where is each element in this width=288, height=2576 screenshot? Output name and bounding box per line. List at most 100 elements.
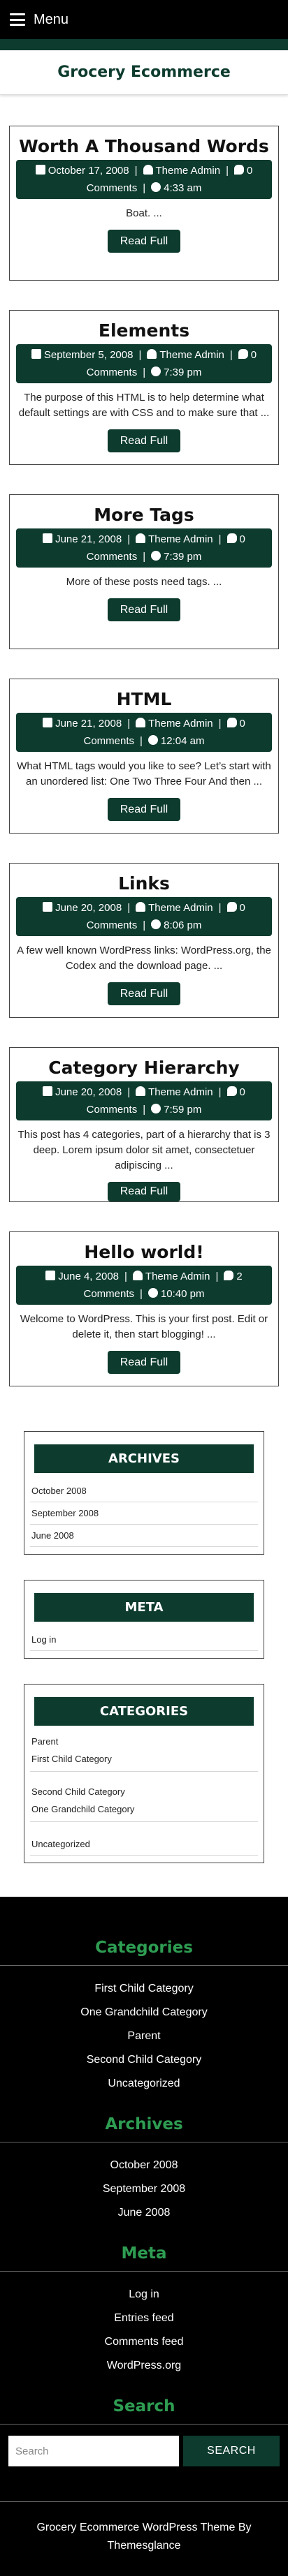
category-link[interactable]: Uncategorized: [30, 1833, 258, 1856]
post-author[interactable]: Theme Admin: [148, 718, 213, 730]
clock-icon: [151, 919, 161, 929]
meta-separator: |: [124, 1271, 127, 1282]
hamburger-icon[interactable]: [10, 13, 25, 26]
footer-category-link[interactable]: One Grandchild Category: [0, 2001, 288, 2024]
meta-separator: |: [143, 367, 146, 378]
post-author[interactable]: Theme Admin: [148, 1086, 213, 1098]
footer-category-link[interactable]: Uncategorized: [0, 2072, 288, 2096]
post-title[interactable]: Elements: [99, 320, 189, 341]
categories-widget-title: CATEGORIES: [34, 1697, 254, 1726]
footer-category-link[interactable]: First Child Category: [0, 1977, 288, 2001]
post-time: 8:06 pm: [164, 919, 202, 931]
clock-icon: [151, 1104, 161, 1113]
post-card: Category Hierarchy June 20, 2008 | Theme Ad…: [9, 1047, 279, 1202]
user-icon: [147, 349, 157, 359]
footer-meta-link[interactable]: Log in: [0, 2283, 288, 2307]
post-author[interactable]: Theme Admin: [159, 349, 224, 361]
read-full-button[interactable]: Read Full: [108, 230, 180, 253]
read-full-button[interactable]: Read Full: [108, 798, 180, 821]
post-date[interactable]: June 21, 2008: [55, 533, 122, 545]
clock-icon: [147, 735, 158, 745]
post-author[interactable]: Theme Admin: [145, 1271, 210, 1282]
footer-archives-title: Archives: [105, 2115, 183, 2133]
meta-separator: |: [218, 718, 222, 730]
post-excerpt: This post has 4 categories, part of a hi…: [17, 1129, 271, 1171]
sidebar: ARCHIVES October 2008 September 2008 Jun…: [0, 1416, 288, 1863]
footer-meta-link[interactable]: Entries feed: [0, 2307, 288, 2330]
post-date[interactable]: September 5, 2008: [44, 349, 134, 361]
meta-separator: |: [143, 551, 146, 563]
site-title[interactable]: Grocery Ecommerce: [57, 64, 231, 81]
clock-icon: [151, 367, 161, 376]
read-full-button[interactable]: Read Full: [108, 429, 180, 452]
calendar-icon: [43, 902, 53, 912]
site-header: Grocery Ecommerce: [0, 50, 288, 95]
meta-separator: |: [138, 349, 142, 361]
post-card: Links June 20, 2008 | Theme Admin | 0 Comment…: [9, 863, 279, 1018]
archives-widget: ARCHIVES October 2008 September 2008 Jun…: [24, 1431, 264, 1555]
post-meta: October 17, 2008 | Theme Admin | 0 Comments |…: [16, 160, 272, 199]
archive-link[interactable]: October 2008: [30, 1480, 258, 1502]
post-card: Worth A Thousand Words October 17, 2008 | T…: [9, 126, 279, 281]
read-full-button[interactable]: Read Full: [108, 982, 180, 1005]
green-strip: [0, 39, 288, 50]
footer-category-link[interactable]: Second Child Category: [0, 2048, 288, 2072]
user-icon: [136, 533, 146, 543]
post-title[interactable]: HTML: [117, 689, 172, 710]
meta-separator: |: [127, 1086, 131, 1098]
category-link[interactable]: First Child Category: [30, 1750, 258, 1772]
clock-icon: [151, 182, 161, 192]
clock-icon: [147, 1288, 158, 1298]
footer-archive-link[interactable]: September 2008: [0, 2177, 288, 2201]
post-title[interactable]: Worth A Thousand Words: [19, 136, 269, 157]
archive-link[interactable]: June 2008: [30, 1525, 258, 1547]
meta-separator: |: [229, 349, 233, 361]
category-link[interactable]: Parent: [30, 1733, 258, 1750]
comments-icon: [233, 165, 244, 175]
post-meta: June 20, 2008 | Theme Admin | 0 Comments | 8:0…: [16, 897, 272, 936]
post-date[interactable]: June 4, 2008: [58, 1271, 119, 1282]
post-title[interactable]: Links: [118, 873, 170, 894]
category-link[interactable]: One Grandchild Category: [30, 1800, 258, 1822]
archive-link[interactable]: September 2008: [30, 1502, 258, 1525]
top-bar: Menu: [0, 0, 288, 39]
meta-widget-title: META: [34, 1593, 254, 1622]
search-input[interactable]: [8, 2436, 179, 2466]
post-title[interactable]: Category Hierarchy: [48, 1058, 239, 1079]
read-full-button[interactable]: Read Full: [108, 1182, 180, 1201]
category-link[interactable]: Second Child Category: [30, 1783, 258, 1800]
post-date[interactable]: June 20, 2008: [55, 1086, 122, 1098]
post-author[interactable]: Theme Admin: [148, 902, 213, 914]
footer-archive-link[interactable]: October 2008: [0, 2154, 288, 2177]
post-title[interactable]: Hello world!: [84, 1242, 203, 1263]
meta-separator: |: [127, 718, 131, 730]
footer-archive-link[interactable]: June 2008: [0, 2201, 288, 2225]
post-excerpt: The purpose of this HTML is to help dete…: [18, 392, 270, 419]
menu-label[interactable]: Menu: [34, 12, 69, 28]
meta-separator: |: [140, 1288, 143, 1300]
post-date[interactable]: June 21, 2008: [55, 718, 122, 730]
post-author[interactable]: Theme Admin: [156, 165, 221, 177]
footer-meta: Meta Log in Entries feed Comments feed W…: [0, 2244, 288, 2378]
post-date[interactable]: October 17, 2008: [48, 165, 129, 177]
footer-meta-link[interactable]: WordPress.org: [0, 2354, 288, 2378]
calendar-icon: [43, 1086, 53, 1096]
categories-widget: CATEGORIES Parent First Child Category S…: [24, 1684, 264, 1863]
meta-separator: |: [226, 165, 229, 177]
post-time: 7:39 pm: [164, 551, 202, 563]
read-full-button[interactable]: Read Full: [108, 1351, 180, 1374]
meta-link[interactable]: Log in: [30, 1629, 258, 1651]
footer-meta-link[interactable]: Comments feed: [0, 2330, 288, 2354]
footer-archives: Archives October 2008 September 2008 Jun…: [0, 2115, 288, 2225]
user-icon: [136, 1086, 146, 1096]
read-full-button[interactable]: Read Full: [108, 598, 180, 621]
post-author[interactable]: Theme Admin: [148, 533, 213, 545]
calendar-icon: [35, 165, 45, 175]
post-title[interactable]: More Tags: [94, 505, 194, 526]
user-icon: [143, 165, 153, 175]
footer-category-link[interactable]: Parent: [0, 2024, 288, 2048]
post-meta: June 21, 2008 | Theme Admin | 0 Comments | 7:3…: [16, 528, 272, 568]
post-date[interactable]: June 20, 2008: [55, 902, 122, 914]
meta-separator: |: [215, 1271, 219, 1282]
search-button[interactable]: SEARCH: [183, 2436, 280, 2466]
